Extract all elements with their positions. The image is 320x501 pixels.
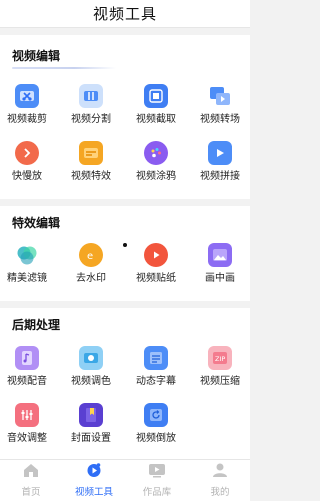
bottom-tab-bar: 首页 视频工具 作品库 我的 bbox=[0, 459, 250, 501]
speed-icon bbox=[15, 141, 39, 165]
tool-label: 视频压缩 bbox=[200, 376, 240, 387]
section-post-processing: 后期处理 视频配音 视频调色 动态字幕 ZIP 视频压缩 音效调整 封面设置 视… bbox=[0, 308, 250, 459]
tool-video-split[interactable]: 视频分割 bbox=[60, 84, 122, 130]
doodle-palette-icon bbox=[144, 141, 168, 165]
section-effects-edit: 特效编辑 精美滤镜 e 去水印 视频贴纸 画中画 bbox=[0, 206, 250, 301]
dubbing-icon bbox=[15, 346, 39, 370]
picture-in-picture-icon bbox=[208, 243, 232, 267]
subtitle-icon bbox=[144, 346, 168, 370]
tab-label: 首页 bbox=[21, 487, 41, 498]
video-crop-icon bbox=[15, 84, 39, 108]
tool-label: 快慢放 bbox=[12, 171, 42, 182]
video-merge-icon bbox=[208, 141, 232, 165]
color-grade-icon bbox=[79, 346, 103, 370]
works-library-icon bbox=[148, 462, 166, 482]
profile-icon bbox=[211, 462, 229, 482]
section-video-edit: 视频编辑 视频裁剪 视频分割 视频截取 视频转场 快慢放 视频特效 视频涂鸦 视… bbox=[0, 35, 250, 199]
section-title: 后期处理 bbox=[12, 318, 61, 332]
tool-picture-in-picture[interactable]: 画中画 bbox=[189, 243, 251, 289]
tool-filter[interactable]: 精美滤镜 bbox=[0, 243, 58, 289]
tool-dubbing[interactable]: 视频配音 bbox=[0, 346, 58, 392]
reverse-icon bbox=[144, 403, 168, 427]
svg-text:ZIP: ZIP bbox=[215, 355, 225, 363]
video-split-icon bbox=[79, 84, 103, 108]
top-bar: 视频工具 bbox=[0, 0, 250, 28]
sticker-icon bbox=[144, 243, 168, 267]
filter-icon bbox=[15, 243, 39, 267]
tool-label: 视频裁剪 bbox=[7, 114, 47, 125]
tab-home[interactable]: 首页 bbox=[0, 462, 62, 500]
tool-video-transition[interactable]: 视频转场 bbox=[189, 84, 251, 130]
tool-reverse[interactable]: 视频倒放 bbox=[125, 403, 187, 449]
section-title: 特效编辑 bbox=[12, 216, 61, 230]
tool-label: 视频倒放 bbox=[136, 433, 176, 444]
tool-cover[interactable]: 封面设置 bbox=[60, 403, 122, 449]
home-icon bbox=[22, 462, 40, 482]
tool-label: 视频调色 bbox=[71, 376, 111, 387]
tab-works-library[interactable]: 作品库 bbox=[126, 462, 188, 500]
tool-sound-adjust[interactable]: 音效调整 bbox=[0, 403, 58, 449]
watermark-remove-icon: e bbox=[79, 243, 103, 267]
tool-label: 去水印 bbox=[76, 273, 106, 284]
tab-video-tools[interactable]: 视频工具 bbox=[63, 462, 125, 500]
page-indicator-dot bbox=[123, 243, 127, 247]
tool-label: 画中画 bbox=[205, 273, 235, 284]
tool-label: 视频涂鸦 bbox=[136, 171, 176, 182]
section-accent-bar bbox=[12, 67, 116, 69]
tool-effects[interactable]: 视频特效 bbox=[60, 141, 122, 187]
tab-label: 视频工具 bbox=[74, 487, 113, 498]
tool-label: 视频特效 bbox=[71, 171, 111, 182]
tool-speed[interactable]: 快慢放 bbox=[0, 141, 58, 187]
tool-label: 视频分割 bbox=[71, 114, 111, 125]
tab-profile[interactable]: 我的 bbox=[189, 462, 251, 500]
svg-text:e: e bbox=[87, 251, 93, 262]
video-transition-icon bbox=[208, 84, 232, 108]
tool-label: 视频拼接 bbox=[200, 171, 240, 182]
tool-label: 精美滤镜 bbox=[7, 273, 47, 284]
section-title: 视频编辑 bbox=[12, 49, 61, 63]
tool-label: 视频转场 bbox=[200, 114, 240, 125]
tool-compress[interactable]: ZIP 视频压缩 bbox=[189, 346, 251, 392]
cover-icon bbox=[79, 403, 103, 427]
tool-subtitle[interactable]: 动态字幕 bbox=[125, 346, 187, 392]
tool-label: 封面设置 bbox=[71, 433, 111, 444]
effects-icon bbox=[79, 141, 103, 165]
video-tools-icon bbox=[85, 462, 103, 482]
tab-label: 作品库 bbox=[142, 487, 172, 498]
tool-label: 视频配音 bbox=[7, 376, 47, 387]
compress-zip-icon: ZIP bbox=[208, 346, 232, 370]
video-capture-icon bbox=[144, 84, 168, 108]
tool-color-grade[interactable]: 视频调色 bbox=[60, 346, 122, 392]
tool-watermark-remove[interactable]: e 去水印 bbox=[60, 243, 122, 289]
tool-label: 动态字幕 bbox=[136, 376, 176, 387]
tool-label: 音效调整 bbox=[7, 433, 47, 444]
page-title: 视频工具 bbox=[92, 5, 157, 23]
tool-video-capture[interactable]: 视频截取 bbox=[125, 84, 187, 130]
tool-sticker[interactable]: 视频贴纸 bbox=[125, 243, 187, 289]
tool-label: 视频截取 bbox=[136, 114, 176, 125]
tool-label: 视频贴纸 bbox=[136, 273, 176, 284]
tool-video-merge[interactable]: 视频拼接 bbox=[189, 141, 251, 187]
tool-video-crop[interactable]: 视频裁剪 bbox=[0, 84, 58, 130]
sound-adjust-icon bbox=[15, 403, 39, 427]
tool-doodle[interactable]: 视频涂鸦 bbox=[125, 141, 187, 187]
tab-label: 我的 bbox=[210, 487, 230, 498]
